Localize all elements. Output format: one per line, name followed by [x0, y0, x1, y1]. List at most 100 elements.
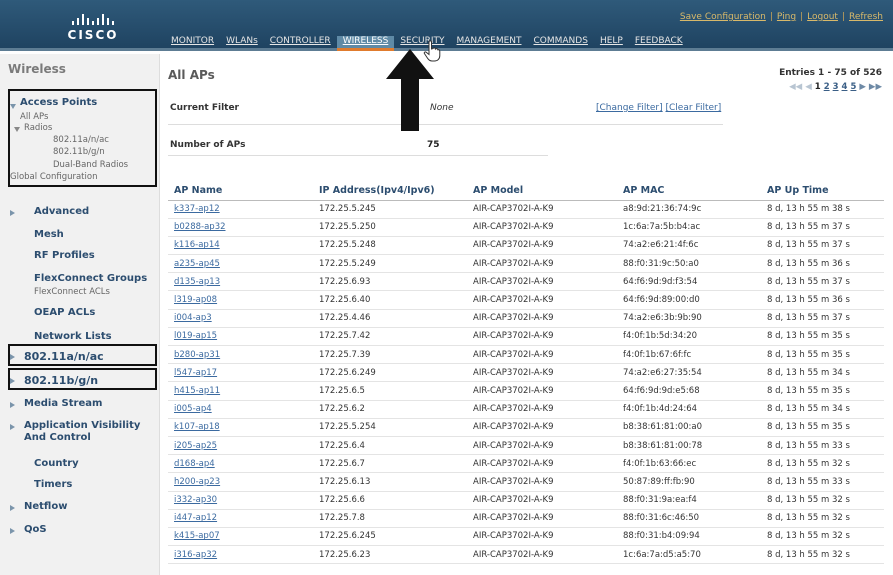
page-link[interactable]: 2: [824, 82, 830, 92]
cell-ap-name[interactable]: k116-ap14: [168, 236, 313, 256]
column-header-ap-model[interactable]: AP Model: [467, 182, 617, 201]
nav-monitor[interactable]: MONITOR: [165, 36, 220, 51]
cell-ap-name[interactable]: i332-ap30: [168, 491, 313, 510]
cell-ap-mac: 1c:6a:7a:d5:a5:70: [617, 545, 761, 565]
cell-ap-name[interactable]: b0288-ap32: [168, 218, 313, 237]
save-configuration-link[interactable]: Save Configuration: [680, 12, 766, 22]
sidebar-item-rf-profiles[interactable]: RF Profiles: [34, 250, 95, 261]
cell-ap-model: AIR-CAP3702I-A-K9: [467, 400, 617, 419]
cell-ap-name[interactable]: h200-ap23: [168, 472, 313, 492]
cell-ip-address: 172.25.6.93: [313, 272, 467, 292]
sidebar-item-qos[interactable]: QoS: [24, 524, 47, 535]
utility-links: Save Configuration | Ping | Logout | Ref…: [680, 12, 883, 22]
table-row: k337-ap12 172.25.5.245 AIR-CAP3702I-A-K9 a8…: [168, 200, 884, 219]
sidebar-item-country[interactable]: Country: [34, 458, 79, 469]
sidebar: Wireless Access Points All APs Radios 80…: [0, 54, 160, 575]
cell-ap-model: AIR-CAP3702I-A-K9: [467, 472, 617, 492]
cell-ap-up-time: 8 d, 13 h 55 m 35 s: [761, 327, 884, 347]
table-row: a235-ap45 172.25.5.249 AIR-CAP3702I-A-K9 88…: [168, 254, 884, 274]
nav-commands[interactable]: COMMANDS: [528, 36, 594, 51]
cell-ap-model: AIR-CAP3702I-A-K9: [467, 272, 617, 292]
nav-help[interactable]: HELP: [594, 36, 629, 51]
cell-ap-model: AIR-CAP3702I-A-K9: [467, 418, 617, 437]
column-header-ap-up-time[interactable]: AP Up Time: [761, 182, 884, 201]
cell-ap-name[interactable]: i316-ap32: [168, 545, 313, 565]
cell-ap-up-time: 8 d, 13 h 55 m 33 s: [761, 472, 884, 492]
sidebar-item-timers[interactable]: Timers: [34, 479, 72, 490]
cell-ip-address: 172.25.4.46: [313, 309, 467, 328]
prev-page-icon[interactable]: ◀: [805, 82, 812, 92]
first-page-icon[interactable]: ◀◀: [789, 82, 802, 92]
entries-count: Entries 1 - 75 of 526: [779, 68, 882, 78]
next-page-icon[interactable]: ▶: [859, 82, 866, 92]
cell-ap-name[interactable]: k337-ap12: [168, 200, 313, 219]
cell-ap-name[interactable]: l019-ap15: [168, 327, 313, 347]
cell-ap-model: AIR-CAP3702I-A-K9: [467, 290, 617, 310]
cell-ap-up-time: 8 d, 13 h 55 m 32 s: [761, 491, 884, 510]
sidebar-item-oeap-acls[interactable]: OEAP ACLs: [34, 307, 95, 318]
ping-link[interactable]: Ping: [777, 12, 796, 22]
nav-management[interactable]: MANAGEMENT: [451, 36, 528, 51]
page-link[interactable]: 4: [842, 82, 848, 92]
page-link[interactable]: 1: [815, 82, 821, 92]
clear-filter-link[interactable]: [Clear Filter]: [666, 103, 722, 113]
cell-ap-mac: 1c:6a:7a:5b:b4:ac: [617, 218, 761, 237]
change-filter-link[interactable]: [Change Filter]: [596, 103, 663, 113]
cell-ap-mac: b8:38:61:81:00:a0: [617, 418, 761, 437]
cell-ap-name[interactable]: d135-ap13: [168, 272, 313, 292]
last-page-icon[interactable]: ▶▶: [869, 82, 882, 92]
logout-link[interactable]: Logout: [807, 12, 838, 22]
column-header-ap-name[interactable]: AP Name: [168, 182, 313, 201]
sidebar-item-advanced[interactable]: Advanced: [34, 206, 89, 217]
sidebar-item-netflow[interactable]: Netflow: [24, 501, 67, 512]
table-row: b0288-ap32 172.25.5.250 AIR-CAP3702I-A-K9 1…: [168, 218, 884, 237]
cell-ap-up-time: 8 d, 13 h 55 m 35 s: [761, 418, 884, 437]
cell-ip-address: 172.25.5.245: [313, 200, 467, 219]
cell-ip-address: 172.25.6.7: [313, 454, 467, 474]
table-row: l547-ap17 172.25.6.249 AIR-CAP3702I-A-K9 74…: [168, 363, 884, 383]
cell-ap-name[interactable]: i005-ap4: [168, 400, 313, 419]
cell-ap-name[interactable]: l547-ap17: [168, 363, 313, 383]
cell-ip-address: 172.25.7.8: [313, 509, 467, 528]
cell-ap-name[interactable]: i447-ap12: [168, 509, 313, 528]
page-link[interactable]: 5: [850, 82, 856, 92]
cell-ap-up-time: 8 d, 13 h 55 m 37 s: [761, 218, 884, 237]
nav-controller[interactable]: CONTROLLER: [264, 36, 337, 51]
sidebar-item-network-lists[interactable]: Network Lists: [34, 331, 112, 342]
table-row: d135-ap13 172.25.6.93 AIR-CAP3702I-A-K9 64:…: [168, 272, 884, 292]
cell-ip-address: 172.25.7.42: [313, 327, 467, 347]
page-link[interactable]: 3: [833, 82, 839, 92]
cell-ap-name[interactable]: k107-ap18: [168, 418, 313, 437]
cell-ap-name[interactable]: i205-ap25: [168, 436, 313, 456]
sidebar-item-flexconnect-acls[interactable]: FlexConnect ACLs: [34, 287, 110, 297]
sidebar-item-media-stream[interactable]: Media Stream: [24, 398, 102, 409]
sidebar-item-avc-line1[interactable]: Application Visibility: [24, 420, 140, 431]
cell-ap-model: AIR-CAP3702I-A-K9: [467, 327, 617, 347]
sidebar-item-mesh[interactable]: Mesh: [34, 229, 64, 240]
cell-ip-address: 172.25.6.6: [313, 491, 467, 510]
cell-ap-model: AIR-CAP3702I-A-K9: [467, 363, 617, 383]
cell-ap-name[interactable]: l319-ap08: [168, 290, 313, 310]
cell-ap-name[interactable]: d168-ap4: [168, 454, 313, 474]
sidebar-item-avc-line2[interactable]: And Control: [24, 432, 91, 443]
sidebar-item-flexconnect-groups[interactable]: FlexConnect Groups: [34, 273, 147, 284]
refresh-link[interactable]: Refresh: [849, 12, 883, 22]
table-row: l019-ap15 172.25.7.42 AIR-CAP3702I-A-K9 f4:…: [168, 327, 884, 347]
cell-ap-mac: 88:f0:31:b4:09:94: [617, 527, 761, 547]
nav-wlans[interactable]: WLANs: [220, 36, 264, 51]
column-header-ap-mac[interactable]: AP MAC: [617, 182, 761, 201]
cell-ap-name[interactable]: i004-ap3: [168, 309, 313, 328]
cell-ap-name[interactable]: h415-ap11: [168, 381, 313, 401]
cell-ap-name[interactable]: k415-ap07: [168, 527, 313, 547]
pagination: ◀◀ ◀ 1 2 3 4 5 ▶ ▶▶: [789, 82, 882, 92]
cell-ap-up-time: 8 d, 13 h 55 m 35 s: [761, 381, 884, 401]
cell-ip-address: 172.25.6.4: [313, 436, 467, 456]
cell-ap-mac: f4:0f:1b:4d:24:64: [617, 400, 761, 419]
cell-ap-name[interactable]: b280-ap31: [168, 345, 313, 365]
column-header-ip-address[interactable]: IP Address(Ipv4/Ipv6): [313, 182, 467, 201]
cell-ap-up-time: 8 d, 13 h 55 m 34 s: [761, 363, 884, 383]
collapsed-triangle-icon: [10, 210, 15, 216]
cell-ap-name[interactable]: a235-ap45: [168, 254, 313, 274]
nav-feedback[interactable]: FEEDBACK: [629, 36, 689, 51]
ap-table: AP Name IP Address(Ipv4/Ipv6) AP Model A…: [168, 182, 884, 565]
